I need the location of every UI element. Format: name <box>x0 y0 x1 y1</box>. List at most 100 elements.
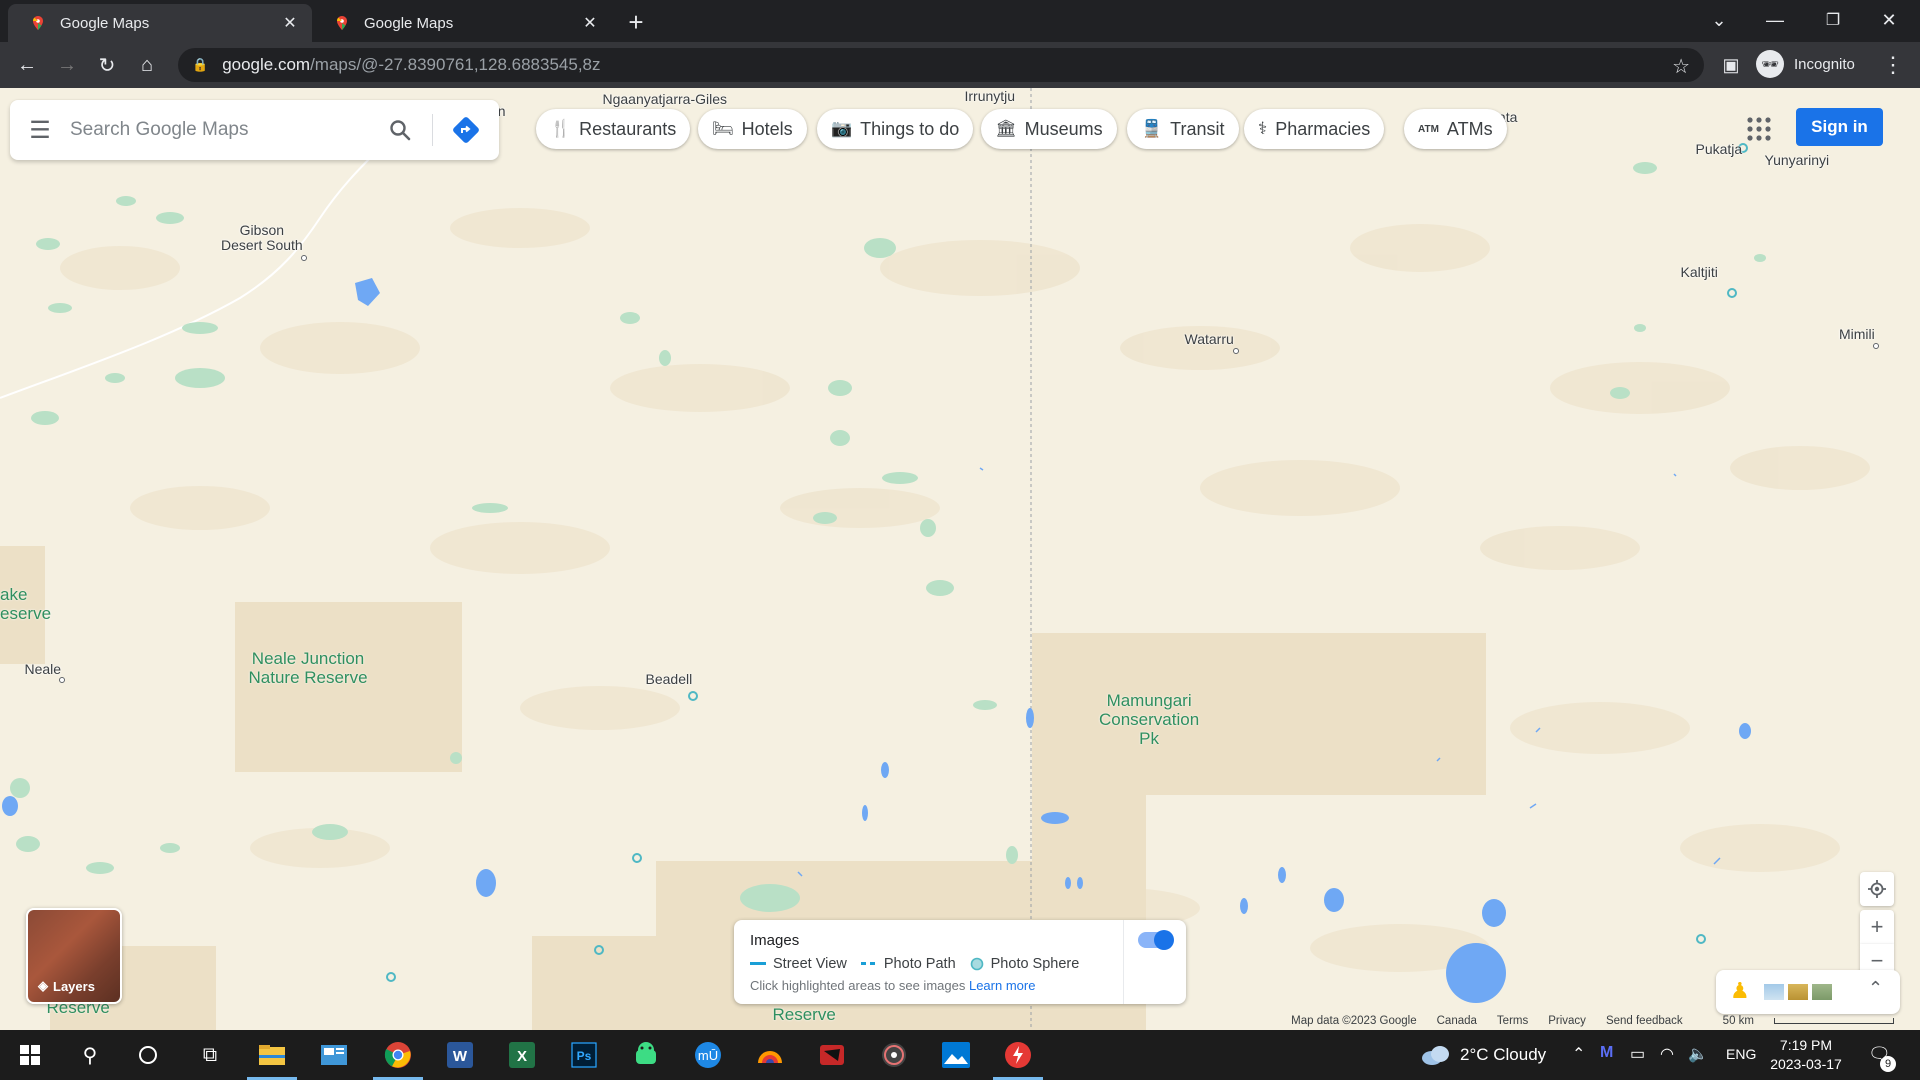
place-label[interactable]: Kaltjiti <box>1681 265 1718 280</box>
imagery-thumbnail[interactable] <box>1788 984 1808 1000</box>
search-input[interactable] <box>70 119 350 141</box>
clock[interactable]: 7:19 PM 2023-03-17 <box>1766 1036 1846 1074</box>
file-explorer-icon[interactable] <box>254 1037 290 1073</box>
directions-icon[interactable] <box>450 114 482 146</box>
place-marker[interactable] <box>1873 343 1879 349</box>
images-panel: Images Street View Photo Path Photo Sphe… <box>734 920 1186 1004</box>
chip-museums[interactable]: 🏛 Museums <box>981 109 1117 149</box>
svg-text:X: X <box>517 1048 527 1065</box>
place-marker[interactable] <box>301 255 307 261</box>
reload-button[interactable]: ↻ <box>92 50 122 80</box>
place-label[interactable]: Watarru <box>1185 332 1234 347</box>
place-label[interactable]: Beadell <box>646 672 693 687</box>
android-app-icon[interactable] <box>628 1037 664 1073</box>
atm-icon: ATM <box>1418 123 1439 135</box>
photoshop-icon[interactable]: Ps <box>566 1037 602 1073</box>
word-icon[interactable]: W <box>442 1037 478 1073</box>
forward-button[interactable]: → <box>52 50 82 80</box>
images-toggle[interactable] <box>1138 930 1174 950</box>
google-apps-icon[interactable] <box>1746 116 1772 142</box>
control-panel-icon[interactable] <box>316 1037 352 1073</box>
chip-restaurants[interactable]: 🍴 Restaurants <box>536 109 691 149</box>
scale-label[interactable]: 50 km <box>1703 1015 1894 1027</box>
park-label[interactable]: Mamungari Conservation Pk <box>1099 691 1199 748</box>
incognito-profile[interactable]: 🕶 Incognito <box>1756 50 1855 78</box>
legend-photo-path: Photo Path <box>860 956 956 972</box>
close-tab-icon[interactable]: ✕ <box>580 13 600 33</box>
learn-more-link[interactable]: Learn more <box>969 978 1035 993</box>
restore-button[interactable]: ❐ <box>1810 4 1856 36</box>
clock-time: 7:19 PM <box>1779 1037 1833 1053</box>
disc-app-icon[interactable] <box>876 1037 912 1073</box>
zoom-in-button[interactable]: + <box>1860 910 1894 944</box>
restaurant-icon: 🍴 <box>550 119 572 138</box>
sign-in-button[interactable]: Sign in <box>1796 108 1883 146</box>
chevron-up-icon[interactable]: ⌃ <box>1868 978 1883 999</box>
tab-google-maps-2[interactable]: Google Maps ✕ <box>312 4 612 42</box>
chrome-icon[interactable] <box>380 1037 416 1073</box>
flash-app-icon[interactable] <box>1000 1037 1036 1073</box>
place-marker[interactable] <box>1233 348 1239 354</box>
park-label[interactable]: ake eserve <box>0 585 51 623</box>
imagery-thumbnail[interactable] <box>1764 984 1784 1000</box>
search-icon[interactable] <box>384 114 416 146</box>
pegman-icon[interactable]: ♟ <box>1730 978 1750 1004</box>
excel-icon[interactable]: X <box>504 1037 540 1073</box>
place-label[interactable]: Irrunytju <box>965 89 1016 104</box>
weather-widget[interactable]: 2°C Cloudy <box>1420 1044 1546 1066</box>
park-label-line: eserve <box>0 604 52 623</box>
wifi-icon[interactable]: ◠ <box>1660 1044 1674 1064</box>
volume-icon[interactable]: 🔈 <box>1688 1044 1708 1064</box>
media-app-icon[interactable] <box>814 1037 850 1073</box>
send-feedback-link[interactable]: Send feedback <box>1606 1015 1683 1027</box>
browser-menu-icon[interactable]: ⋮ <box>1878 50 1908 80</box>
legend-label: Street View <box>773 956 847 972</box>
search-icon[interactable]: ⚲ <box>72 1037 108 1073</box>
language-indicator[interactable]: ENG <box>1726 1046 1756 1062</box>
region-link[interactable]: Canada <box>1437 1015 1477 1027</box>
park-label[interactable]: Neale Junction Nature Reserve <box>249 649 368 687</box>
tab-search-icon[interactable]: ⌄ <box>1696 4 1742 36</box>
task-view-icon[interactable]: ⧉ <box>192 1037 228 1073</box>
mu-app-icon[interactable]: mŪ <box>690 1037 726 1073</box>
address-bar[interactable]: 🔒 google.com/maps/@-27.8390761,128.68835… <box>178 48 1704 82</box>
side-panel-icon[interactable]: ▣ <box>1716 50 1746 80</box>
close-tab-icon[interactable]: ✕ <box>280 13 300 33</box>
imagery-thumbnail[interactable] <box>1812 984 1832 1000</box>
map-canvas[interactable]: Ngaanyatjarra-Giles Irrunytju Amata Puka… <box>0 88 1920 1030</box>
place-label[interactable]: Pukatja <box>1696 142 1743 157</box>
chip-things-to-do[interactable]: 📷 Things to do <box>817 109 974 149</box>
terms-link[interactable]: Terms <box>1497 1015 1528 1027</box>
battery-icon[interactable]: ▭ <box>1630 1044 1645 1064</box>
privacy-link[interactable]: Privacy <box>1548 1015 1586 1027</box>
minimize-button[interactable]: — <box>1752 4 1798 36</box>
tab-google-maps-1[interactable]: Google Maps ✕ <box>8 4 312 42</box>
place-label[interactable]: Neale <box>25 662 62 677</box>
menu-icon[interactable]: ☰ <box>10 100 70 160</box>
close-window-button[interactable]: ✕ <box>1866 4 1912 36</box>
place-label[interactable]: Gibson Desert South <box>221 223 303 253</box>
tray-app-icon[interactable]: M <box>1600 1044 1613 1062</box>
vpn-app-icon[interactable] <box>752 1037 788 1073</box>
layers-button[interactable]: ◈ Layers <box>26 908 122 1004</box>
place-label[interactable]: Mimili <box>1839 327 1875 342</box>
attribution-bar: Map data ©2023 Google Canada Terms Priva… <box>0 1012 1920 1030</box>
my-location-button[interactable] <box>1860 872 1894 906</box>
cortana-icon[interactable] <box>130 1037 166 1073</box>
chip-pharmacies[interactable]: ⚕ Pharmacies <box>1244 109 1385 149</box>
new-tab-button[interactable]: + <box>622 7 650 37</box>
chevron-up-icon[interactable]: ⌃ <box>1572 1044 1585 1064</box>
windows-start-icon[interactable] <box>12 1037 48 1073</box>
images-hint: Click highlighted areas to see images Le… <box>750 978 1035 993</box>
chip-atms[interactable]: ATM ATMs <box>1404 109 1507 149</box>
place-label[interactable]: Yunyarinyi <box>1765 153 1830 168</box>
place-label-line: Gibson <box>239 222 285 238</box>
photos-app-icon[interactable] <box>938 1037 974 1073</box>
back-button[interactable]: ← <box>12 50 42 80</box>
chip-transit[interactable]: 🚆 Transit <box>1127 109 1239 149</box>
home-button[interactable]: ⌂ <box>132 50 162 80</box>
place-label[interactable]: Ngaanyatjarra-Giles <box>603 92 728 107</box>
bookmark-star-icon[interactable]: ☆ <box>1672 54 1690 79</box>
place-marker[interactable] <box>59 677 65 683</box>
chip-hotels[interactable]: 🛏 Hotels <box>698 109 807 149</box>
